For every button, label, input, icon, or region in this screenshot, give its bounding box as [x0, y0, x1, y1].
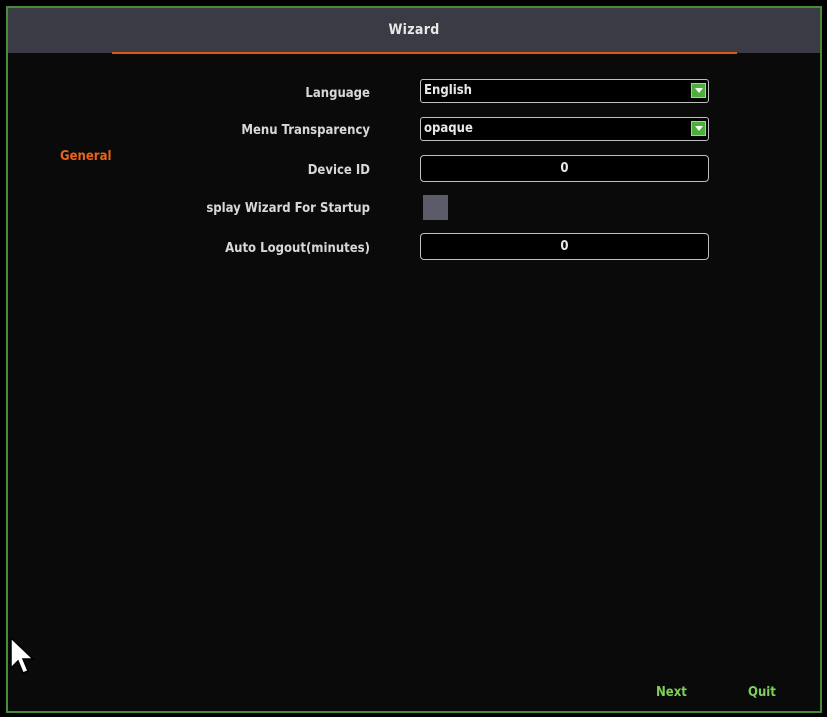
menu-transparency-label: Menu Transparency [241, 123, 370, 138]
quit-button[interactable]: Quit [748, 685, 776, 700]
title-underline [112, 52, 737, 54]
display-wizard-label: splay Wizard For Startup [206, 201, 370, 216]
language-label: Language [305, 86, 370, 101]
menu-transparency-select[interactable]: opaque [420, 117, 709, 141]
menu-transparency-value: opaque [424, 121, 473, 136]
wizard-window: Wizard General Language English Menu Tra… [6, 6, 822, 713]
next-button[interactable]: Next [656, 685, 687, 700]
chevron-down-icon[interactable] [691, 83, 706, 98]
language-select[interactable]: English [420, 79, 709, 103]
chevron-down-icon[interactable] [691, 121, 706, 136]
device-id-field[interactable]: 0 [420, 155, 709, 182]
mouse-pointer-icon [10, 636, 35, 674]
title-bar: Wizard [8, 8, 820, 54]
language-value: English [424, 83, 472, 98]
device-id-label: Device ID [307, 163, 370, 178]
auto-logout-field[interactable]: 0 [420, 233, 709, 260]
window-title: Wizard [388, 22, 440, 38]
display-wizard-checkbox[interactable] [423, 195, 448, 220]
auto-logout-label: Auto Logout(minutes) [225, 241, 370, 256]
sidebar-item-general[interactable]: General [60, 149, 111, 164]
